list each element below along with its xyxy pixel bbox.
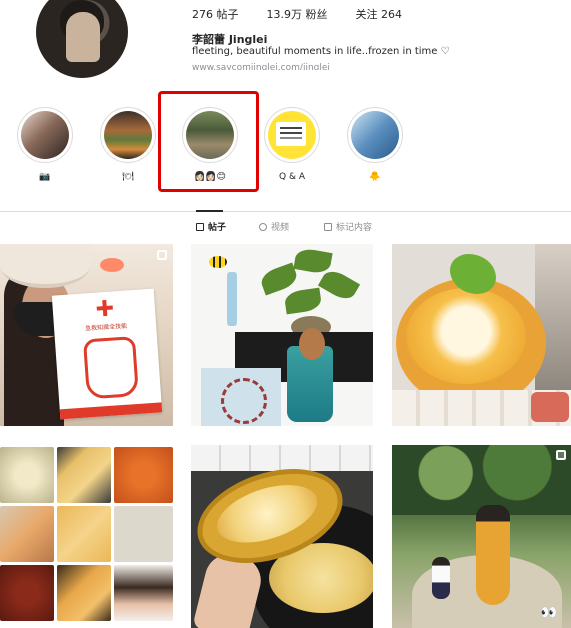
- selection-annotation-box: [158, 91, 259, 192]
- highlight-label: 📷: [39, 172, 51, 182]
- tab-label: 帖子: [208, 223, 227, 233]
- profile-link[interactable]: www.saycomjinglei.com/jinglei: [192, 62, 330, 70]
- collage-girl: [114, 565, 173, 621]
- collage-folded: [57, 506, 111, 562]
- post-first-aid[interactable]: 急救知識全技能: [0, 244, 173, 426]
- roots-inset-photo: [201, 368, 281, 426]
- qa-card: [276, 122, 306, 146]
- tabs-divider: [0, 211, 571, 212]
- tree-canopy: [392, 445, 571, 515]
- profile-name: 李韶蕾 Jinglei: [192, 33, 268, 46]
- hand-icon: [82, 336, 139, 400]
- highlight-camera[interactable]: 📷: [17, 107, 73, 182]
- grid-icon: [196, 222, 204, 231]
- first-aid-book: 急救知識全技能: [51, 288, 163, 420]
- profile-avatar[interactable]: [36, 0, 128, 78]
- posts-count: 276 帖子: [192, 8, 239, 21]
- highlight-ring: [264, 107, 320, 163]
- profile-stats: 276 帖子 13.9万 粉丝 关注 264: [192, 6, 402, 22]
- highlight-food[interactable]: 🍽: [100, 107, 156, 182]
- tab-label: 标记内容: [336, 223, 373, 233]
- tile-wall: [191, 445, 373, 471]
- profile-bio: fleeting, beautiful moments in life..fro…: [192, 46, 450, 57]
- book-title: 急救知識全技能: [84, 322, 128, 333]
- reel-icon: [157, 250, 167, 260]
- post-garden-walk[interactable]: 👀: [392, 445, 571, 628]
- bee-sticker: [209, 256, 227, 268]
- post-omelette[interactable]: [392, 244, 571, 426]
- woman-yellow-dress: [476, 505, 510, 605]
- collage-cabbage: [0, 447, 54, 503]
- collage-fork: [114, 506, 173, 562]
- blue-ribbon: [227, 272, 237, 326]
- collage-kimchi: [114, 447, 173, 503]
- collage-meat: [0, 565, 54, 621]
- highlight-label: 🍽: [122, 172, 134, 182]
- sweet-potato: [299, 328, 325, 360]
- highlight-ring: [100, 107, 156, 163]
- tab-posts[interactable]: 帖子: [196, 220, 226, 233]
- followers-count[interactable]: 13.9万 粉丝: [267, 6, 328, 22]
- red-cross-icon: [96, 300, 113, 317]
- post-hat: [0, 244, 90, 288]
- tab-label: 视频: [271, 223, 290, 233]
- collage-triangles: [57, 565, 111, 621]
- highlight-cover: [351, 111, 399, 159]
- highlight-cover: [21, 111, 69, 159]
- raw-meat: [531, 392, 569, 422]
- carousel-icon: [556, 450, 566, 460]
- tagged-icon: [324, 222, 332, 231]
- post-sweet-potato[interactable]: [191, 244, 373, 426]
- collage-wrapping: [0, 506, 54, 562]
- post-dumplings-collage[interactable]: [0, 445, 173, 628]
- eyes-sticker: 👀: [540, 605, 558, 621]
- highlight-label: 🐥: [369, 172, 381, 182]
- reels-icon: [259, 222, 267, 231]
- highlight-ring: [17, 107, 73, 163]
- tab-tagged[interactable]: 标记内容: [324, 220, 372, 233]
- highlight-label: Q & A: [279, 172, 305, 182]
- highlight-ring: [347, 107, 403, 163]
- collage-dumplings: [57, 447, 111, 503]
- following-count[interactable]: 关注 264: [356, 6, 403, 22]
- child: [432, 557, 450, 599]
- post-pineapple-rice[interactable]: [191, 445, 373, 628]
- highlight-qa[interactable]: Q & A: [264, 107, 320, 182]
- highlight-chick[interactable]: 🐥: [347, 107, 403, 182]
- tab-reels[interactable]: 视频: [259, 220, 289, 233]
- lips-sticker: [100, 258, 124, 272]
- highlight-cover: [104, 111, 152, 159]
- avatar-figure: [66, 12, 100, 62]
- active-tab-indicator: [196, 210, 223, 212]
- omelette: [406, 288, 526, 384]
- highlight-cover: [268, 111, 316, 159]
